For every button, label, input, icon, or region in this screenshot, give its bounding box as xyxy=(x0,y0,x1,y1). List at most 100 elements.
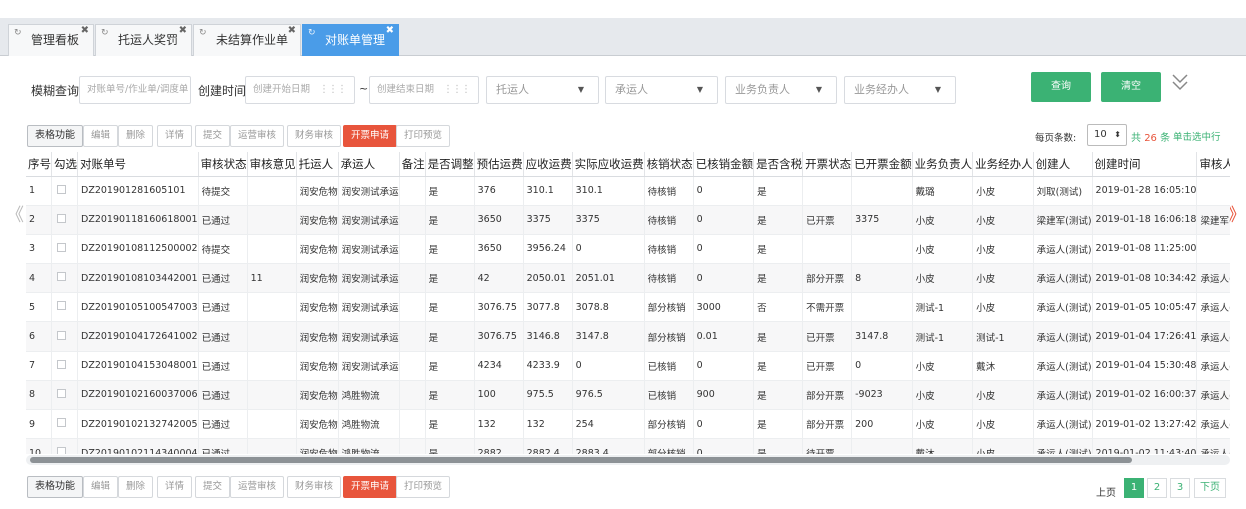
table-row[interactable]: 2 DZ20190118160618001 已通过 润安危物 润安测试承运是 3650 33… xyxy=(26,205,1230,235)
submit-button[interactable]: 提交 xyxy=(195,476,231,498)
column-header[interactable]: 是否含税 xyxy=(753,152,804,177)
table-functions-button[interactable]: 表格功能 xyxy=(27,125,83,147)
invoice-request-button[interactable]: 开票申请 xyxy=(343,125,398,147)
prev-page-button[interactable]: 上页 xyxy=(1096,484,1116,499)
table-row[interactable]: 10DZ20190102114340004已通过润安危物鸿胜物流是2882288… xyxy=(26,438,1230,454)
finance-review-button[interactable]: 财务审核 xyxy=(287,125,342,147)
column-header[interactable]: 序号 xyxy=(26,152,52,177)
column-header[interactable]: 创建人 xyxy=(1033,152,1093,177)
fuzzy-search-input[interactable]: 对账单号/作业单/调度单 xyxy=(79,76,191,104)
delete-button[interactable]: 删除 xyxy=(118,476,154,498)
refresh-icon[interactable]: ↻ xyxy=(101,18,109,48)
column-header[interactable]: 已核销金额 xyxy=(693,152,755,177)
column-header[interactable]: 业务负责人 xyxy=(912,152,974,177)
column-header[interactable]: 创建时间 xyxy=(1092,152,1198,177)
table-cell: 润安危物 xyxy=(296,409,339,440)
invoice-request-button[interactable]: 开票申请 xyxy=(343,476,398,498)
column-header[interactable]: 承运人 xyxy=(338,152,400,177)
submit-button[interactable]: 提交 xyxy=(195,125,231,147)
double-chevron-left-icon[interactable]: 《 xyxy=(6,201,24,227)
column-header[interactable]: 核销状态 xyxy=(644,152,694,177)
print-preview-button[interactable]: 打印预览 xyxy=(396,125,451,147)
clear-button[interactable]: 清空 xyxy=(1101,72,1161,102)
close-icon[interactable]: ✖ xyxy=(179,16,187,46)
close-icon[interactable]: ✖ xyxy=(288,16,296,46)
table-cell: 梁建军(测试) xyxy=(1033,205,1093,235)
print-preview-button[interactable]: 打印预览 xyxy=(396,476,451,498)
table-row[interactable]: 8 DZ20190102160037006 已通过 润安危物 鸿胜物流是 100 975.5… xyxy=(26,380,1230,411)
column-header[interactable]: 预估运费 xyxy=(474,152,524,177)
column-header[interactable]: 已开票金额 xyxy=(851,152,913,177)
horizontal-scrollbar-thumb[interactable] xyxy=(30,457,1132,463)
finance-review-button[interactable]: 财务审核 xyxy=(287,476,342,498)
refresh-icon[interactable]: ↻ xyxy=(14,18,22,48)
double-chevron-right-icon[interactable]: 》 xyxy=(1228,201,1246,227)
table-row[interactable]: 5 DZ20190105100547003 已通过 润安危物 润安测试承运是 3076.7… xyxy=(26,292,1230,323)
close-icon[interactable]: ✖ xyxy=(81,16,89,46)
ops-review-button[interactable]: 运营审核 xyxy=(230,476,285,498)
table-cell: 承运人(测试) xyxy=(1196,263,1230,294)
table-row[interactable]: 7 DZ20190104153048001 已通过 润安危物 润安测试承运是 4234 42… xyxy=(26,351,1230,381)
refresh-icon[interactable]: ↻ xyxy=(308,18,316,48)
edit-button[interactable]: 编辑 xyxy=(83,125,119,147)
column-header[interactable]: 审核人 xyxy=(1196,152,1230,177)
edit-button[interactable]: 编辑 xyxy=(83,476,119,498)
table-cell: 0 xyxy=(693,205,755,235)
table-cell: 是 xyxy=(753,409,804,440)
start-date-input[interactable]: 创建开始日期 ⋮⋮⋮ xyxy=(245,76,355,104)
row-checkbox[interactable] xyxy=(57,272,66,282)
page-size-select[interactable]: 10 ⬍ xyxy=(1087,124,1127,146)
double-chevron-down-icon[interactable] xyxy=(1170,70,1190,96)
next-page-button[interactable]: 下页 xyxy=(1194,478,1226,498)
total-count: 共 26 条 xyxy=(1131,129,1170,144)
ops-review-button[interactable]: 运营审核 xyxy=(230,125,285,147)
row-checkbox[interactable] xyxy=(57,242,66,252)
column-header[interactable]: 审核状态 xyxy=(198,152,248,177)
tab-unsettled-orders[interactable]: ↻ 未结算作业单 ✖ xyxy=(193,24,301,56)
column-header[interactable]: 勾选 xyxy=(51,152,78,177)
row-checkbox[interactable] xyxy=(57,330,66,340)
column-header[interactable]: 审核意见 xyxy=(247,152,297,177)
carrier-select[interactable]: 承运人 ▼ xyxy=(605,76,718,104)
page-1-button[interactable]: 1 xyxy=(1124,478,1144,498)
column-header[interactable]: 开票状态 xyxy=(802,152,853,177)
table-row[interactable]: 9 DZ20190102132742005 已通过 润安危物 鸿胜物流是 132 132 25… xyxy=(26,409,1230,440)
delete-button[interactable]: 删除 xyxy=(118,125,154,147)
table-functions-button[interactable]: 表格功能 xyxy=(27,476,83,498)
column-header[interactable]: 应收运费 xyxy=(523,152,573,177)
close-icon[interactable]: ✖ xyxy=(386,16,394,46)
table-row[interactable]: 4 DZ20190108103442001 已通过 11 润安危物 润安测试承运是 42 20… xyxy=(26,263,1230,294)
row-checkbox[interactable] xyxy=(57,447,66,454)
tab-statement-management[interactable]: ↻ 对账单管理 ✖ xyxy=(302,24,399,56)
row-checkbox[interactable] xyxy=(57,184,66,194)
row-checkbox[interactable] xyxy=(57,418,66,428)
biz-handler-select[interactable]: 业务经办人 ▼ xyxy=(844,76,956,104)
page-2-button[interactable]: 2 xyxy=(1147,478,1167,498)
details-button[interactable]: 详情 xyxy=(157,125,193,147)
table-row[interactable]: 6 DZ20190104172641002 已通过 润安危物 润安测试承运是 3076.7… xyxy=(26,321,1230,352)
details-button[interactable]: 详情 xyxy=(157,476,193,498)
row-checkbox[interactable] xyxy=(57,213,66,223)
tab-dashboard[interactable]: ↻ 管理看板 ✖ xyxy=(8,24,94,56)
shipper-select[interactable]: 托运人 ▼ xyxy=(486,76,599,104)
end-date-input[interactable]: 创建结束日期 ⋮⋮⋮ xyxy=(369,76,479,104)
column-header[interactable]: 托运人 xyxy=(296,152,339,177)
row-checkbox[interactable] xyxy=(57,388,66,398)
column-header[interactable]: 业务经办人 xyxy=(972,152,1034,177)
row-checkbox[interactable] xyxy=(57,301,66,311)
page-3-button[interactable]: 3 xyxy=(1170,478,1190,498)
table-cell: 是 xyxy=(425,438,475,454)
column-header[interactable]: 对账单号 xyxy=(77,152,199,177)
table-cell: 3076.75 xyxy=(474,292,524,323)
biz-owner-select[interactable]: 业务负责人 ▼ xyxy=(725,76,837,104)
column-header[interactable]: 是否调整 xyxy=(425,152,475,177)
table-row[interactable]: 3 DZ20190108112500002 待提交 润安危物 润安测试承运是 3650 39… xyxy=(26,234,1230,265)
query-button[interactable]: 查询 xyxy=(1031,72,1091,102)
table-cell: -9023 xyxy=(851,380,913,411)
table-row[interactable]: 1 DZ201901281605101 待提交 润安危物 润安测试承运是 376 310.1… xyxy=(26,176,1230,206)
column-header[interactable]: 备注 xyxy=(399,152,426,177)
tab-shipper-rewards[interactable]: ↻ 托运人奖罚 ✖ xyxy=(95,24,192,56)
refresh-icon[interactable]: ↻ xyxy=(199,18,207,48)
column-header[interactable]: 实际应收运费 xyxy=(572,152,645,177)
row-checkbox[interactable] xyxy=(57,359,66,369)
